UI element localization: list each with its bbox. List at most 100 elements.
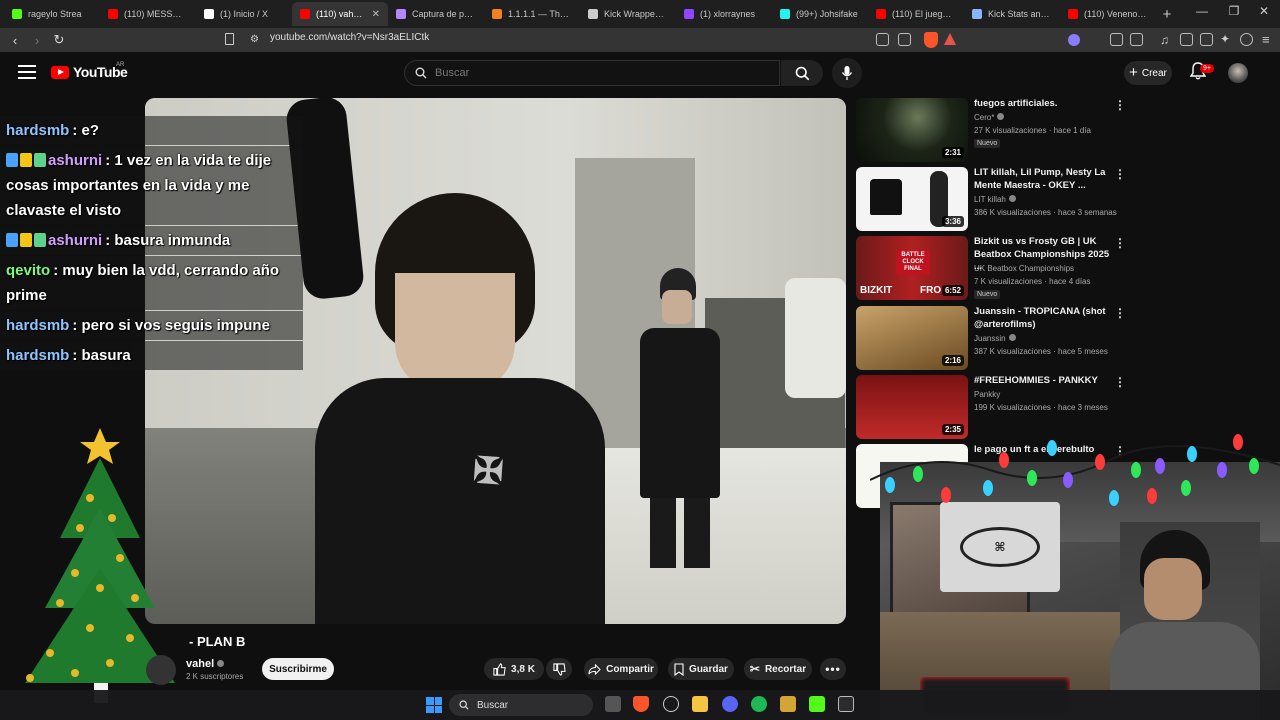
- duration-badge: 2:16: [941, 355, 964, 366]
- taskbar-search[interactable]: Buscar: [449, 694, 593, 716]
- recommendation-thumbnail[interactable]: 2:31: [856, 98, 968, 162]
- recommendation-thumbnail[interactable]: 2:16: [856, 306, 968, 370]
- hamburger-menu-icon[interactable]: [18, 65, 36, 79]
- video-title: - PLAN B: [189, 634, 246, 649]
- minimize-icon[interactable]: —: [1188, 4, 1216, 18]
- wallet-icon[interactable]: [1200, 33, 1213, 46]
- bookmark-icon[interactable]: [225, 33, 234, 45]
- url-text[interactable]: youtube.com/watch?v=Nsr3aELICtk: [270, 32, 429, 43]
- sidebar-icon[interactable]: [1180, 33, 1193, 46]
- recommendation-channel[interactable]: Pankky: [974, 390, 1000, 399]
- recommendation-channel[interactable]: UK Beatbox Championships: [974, 264, 1074, 273]
- like-button[interactable]: 3,8 K: [484, 658, 544, 680]
- browser-tab[interactable]: Kick Wrapped - F: [580, 2, 676, 26]
- voice-search-button[interactable]: [832, 58, 862, 88]
- task-view-icon[interactable]: [605, 696, 621, 712]
- recommendation-item[interactable]: BIZKIT FRO BATTLE CLOCK FINAL 6:52 Bizkit us…: [856, 236, 1136, 304]
- more-vertical-icon[interactable]: ⋮: [1114, 167, 1126, 181]
- browser-tab[interactable]: (1) Inicio / X: [196, 2, 292, 26]
- tab-label: (110) Veneno - Yo: [1084, 9, 1148, 19]
- chatgpt-icon[interactable]: [663, 696, 679, 712]
- recommendation-channel[interactable]: Juanssin: [974, 334, 1016, 343]
- brave-shield-icon[interactable]: [924, 32, 938, 48]
- share-button[interactable]: Compartir: [584, 658, 658, 680]
- browser-tab[interactable]: Kick Stats and An: [964, 2, 1060, 26]
- back-icon[interactable]: ‹: [4, 29, 26, 51]
- tab-label: Kick Stats and An: [988, 9, 1052, 19]
- extension-3-icon[interactable]: [1130, 33, 1143, 46]
- verified-icon: [997, 113, 1005, 120]
- chat-text: : basura inmunda: [105, 232, 231, 249]
- more-vertical-icon[interactable]: ⋮: [1114, 375, 1126, 389]
- browser-tab[interactable]: (110) El juego SU: [868, 2, 964, 26]
- search-input[interactable]: [435, 67, 755, 79]
- search-button[interactable]: [781, 60, 823, 86]
- media-icon[interactable]: ♫: [1160, 33, 1169, 47]
- obs-icon[interactable]: [838, 696, 854, 712]
- tab-close-icon[interactable]: ✕: [372, 9, 380, 20]
- menu-icon[interactable]: ≡: [1262, 32, 1270, 47]
- reload-icon[interactable]: ↻: [48, 29, 70, 51]
- extension-icon[interactable]: [1068, 34, 1080, 46]
- brave-browser-icon[interactable]: [633, 696, 649, 712]
- rewards-icon[interactable]: [944, 33, 956, 45]
- address-bar-row: ‹ › ↻ ⚙ youtube.com/watch?v=Nsr3aELICtk …: [0, 28, 1280, 52]
- browser-tab[interactable]: (99+) Johsifake: [772, 2, 868, 26]
- search-box[interactable]: [404, 60, 780, 86]
- recommendation-item[interactable]: 2:16 Juanssin - TROPICANA (shot @arterofi…: [856, 306, 1136, 374]
- share-page-icon[interactable]: [898, 33, 911, 46]
- recommendation-title[interactable]: #FREEHOMMIES - PANKKY: [974, 375, 1116, 388]
- recommendation-title[interactable]: LIT killah, Lil Pump, Nesty La Mente Mae…: [974, 167, 1116, 192]
- extension-2-icon[interactable]: [1110, 33, 1123, 46]
- file-explorer-icon[interactable]: [692, 696, 708, 712]
- clip-button[interactable]: ✂ Recortar: [744, 658, 812, 680]
- recommendation-thumbnail[interactable]: 3:36: [856, 167, 968, 231]
- more-vertical-icon[interactable]: ⋮: [1114, 306, 1126, 320]
- save-button[interactable]: Guardar: [668, 658, 734, 680]
- cast-icon[interactable]: [876, 33, 889, 46]
- browser-tab[interactable]: rageylo Strea: [4, 2, 100, 26]
- site-info-icon[interactable]: ⚙: [250, 34, 259, 45]
- recommendation-item[interactable]: 3:36 LIT killah, Lil Pump, Nesty La Mente…: [856, 167, 1136, 235]
- recommendation-item[interactable]: 2:31 fuegos artificiales. Cero* 27 K visual…: [856, 98, 1136, 166]
- maximize-icon[interactable]: ❐: [1220, 4, 1248, 18]
- chat-message: hardsmb: e?: [0, 116, 303, 145]
- browser-tab[interactable]: 1.1.1.1 — The fre: [484, 2, 580, 26]
- kick-icon[interactable]: [809, 696, 825, 712]
- spotify-icon[interactable]: [751, 696, 767, 712]
- channel-avatar[interactable]: [146, 655, 176, 685]
- more-actions-button[interactable]: •••: [820, 658, 846, 680]
- recommendation-thumbnail[interactable]: BIZKIT FRO BATTLE CLOCK FINAL 6:52: [856, 236, 968, 300]
- channel-name[interactable]: vahel: [186, 658, 225, 670]
- chat-badge-icon: [34, 153, 46, 167]
- leo-icon[interactable]: ✦: [1220, 32, 1230, 46]
- chat-badge-icon: [20, 153, 32, 167]
- more-vertical-icon[interactable]: ⋮: [1114, 98, 1126, 112]
- dislike-button[interactable]: [546, 658, 572, 680]
- browser-tab[interactable]: (110) Veneno - Yo: [1060, 2, 1156, 26]
- christmas-lights-icon: [870, 434, 1280, 506]
- recommendation-title[interactable]: Juanssin - TROPICANA (shot @arterofilms): [974, 306, 1116, 331]
- more-vertical-icon[interactable]: ⋮: [1114, 236, 1126, 250]
- forward-icon[interactable]: ›: [26, 29, 48, 51]
- new-tab-button[interactable]: +: [1156, 3, 1178, 25]
- account-avatar[interactable]: [1228, 63, 1248, 83]
- recommendation-title[interactable]: fuegos artificiales.: [974, 98, 1116, 111]
- browser-tab[interactable]: (110) MESSMER: [100, 2, 196, 26]
- browser-tab[interactable]: Captura de panta: [388, 2, 484, 26]
- search-icon: [415, 67, 427, 79]
- browser-tab[interactable]: (1) xlorraynes: [676, 2, 772, 26]
- recommendation-channel[interactable]: Cero*: [974, 113, 1005, 122]
- close-window-icon[interactable]: ✕: [1250, 4, 1278, 18]
- app-icon[interactable]: [780, 696, 796, 712]
- subscribe-button[interactable]: Suscribirme: [262, 658, 334, 680]
- thumbs-down-icon: [552, 662, 566, 676]
- discord-icon[interactable]: [722, 696, 738, 712]
- create-button[interactable]: + Crear: [1124, 61, 1172, 85]
- windows-start-icon[interactable]: [426, 697, 442, 713]
- vpn-icon[interactable]: [1240, 33, 1253, 46]
- tab-label: (110) vahel -: [316, 9, 366, 19]
- verified-icon: [1008, 195, 1016, 202]
- browser-tab[interactable]: (110) vahel - ✕: [292, 2, 388, 26]
- recommendation-channel[interactable]: LIT killah: [974, 195, 1016, 204]
